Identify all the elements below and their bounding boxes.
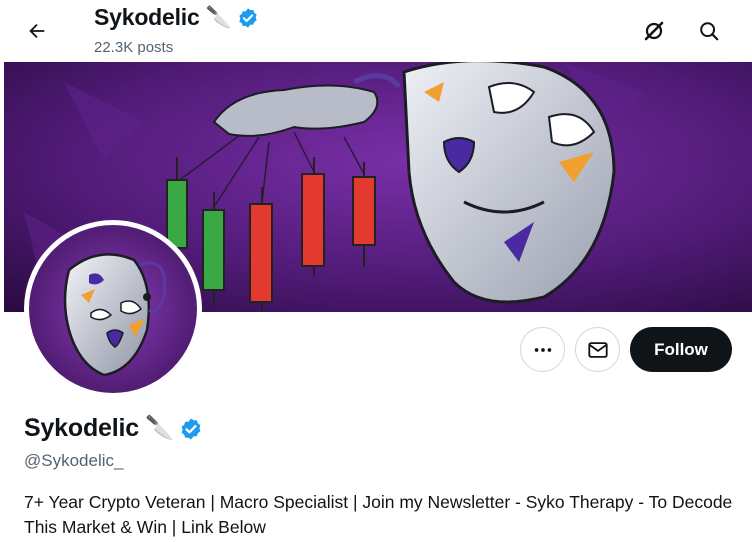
top-bar: Sykodelic 🔪 22.3K posts [0, 0, 752, 62]
search-icon [700, 22, 719, 41]
grok-icon [644, 21, 664, 41]
grok-button[interactable] [635, 12, 673, 50]
post-count: 22.3K posts [94, 39, 174, 56]
header-title: Sykodelic 🔪 [94, 4, 259, 31]
more-icon [534, 347, 551, 352]
avatar [29, 225, 197, 393]
message-button[interactable] [575, 327, 620, 372]
profile-name-row: Sykodelic 🔪 [24, 414, 203, 443]
verified-badge-icon [237, 7, 259, 29]
knife-emoji: 🔪 [205, 5, 232, 29]
arrow-left-icon [29, 23, 45, 39]
more-button[interactable] [520, 327, 565, 372]
follow-button[interactable]: Follow [630, 327, 732, 372]
profile-handle: @Sykodelic_ [24, 451, 124, 470]
back-button[interactable] [18, 12, 56, 50]
search-button[interactable] [690, 12, 728, 50]
knife-emoji: 🔪 [144, 415, 174, 441]
profile-name: Sykodelic [24, 414, 139, 442]
header-name: Sykodelic [94, 4, 200, 30]
verified-badge-icon[interactable] [179, 417, 203, 441]
envelope-icon [587, 341, 608, 358]
profile-avatar[interactable] [24, 220, 202, 398]
profile-bio: 7+ Year Crypto Veteran | Macro Specialis… [24, 492, 733, 537]
